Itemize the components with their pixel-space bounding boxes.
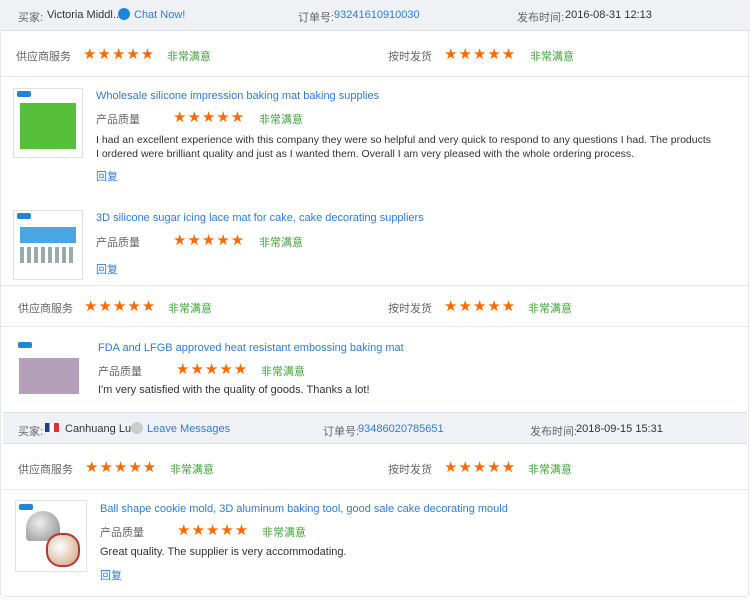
supplier-rating-stars: ★★★★★ bbox=[85, 459, 158, 476]
reply-link[interactable]: 回复 bbox=[96, 168, 118, 184]
quality-label: 产品质量 bbox=[96, 114, 140, 126]
product-thumbnail[interactable] bbox=[15, 500, 87, 572]
purple-mat-image bbox=[19, 358, 79, 394]
ontime-rating-stars: ★★★★★ bbox=[444, 459, 517, 476]
ontime-rating-stars: ★★★★★ bbox=[444, 46, 517, 63]
product-title-link[interactable]: Wholesale silicone impression baking mat… bbox=[96, 90, 379, 102]
product-title-link[interactable]: FDA and LFGB approved heat resistant emb… bbox=[98, 342, 404, 354]
france-flag-icon bbox=[45, 423, 59, 432]
divider bbox=[0, 76, 750, 77]
chat-icon bbox=[118, 8, 130, 20]
time-label: 发布时间: bbox=[530, 426, 578, 438]
ontime-rating-text: 非常满意 bbox=[530, 51, 574, 63]
order-number[interactable]: 93486020785651 bbox=[358, 423, 444, 435]
ontime-rating-stars: ★★★★★ bbox=[444, 298, 517, 315]
supplier-rating-text: 非常满意 bbox=[167, 51, 211, 63]
quality-stars: ★★★★★ bbox=[173, 109, 246, 126]
chat-now-link[interactable]: Chat Now! bbox=[118, 8, 185, 21]
logo-icon bbox=[17, 91, 31, 97]
product-title-link[interactable]: 3D silicone sugar icing lace mat for cak… bbox=[96, 212, 424, 224]
supplier-service-label: 供应商服务 bbox=[18, 303, 73, 315]
ontime-label: 按时发货 bbox=[388, 303, 432, 315]
product-thumbnail[interactable] bbox=[13, 88, 83, 158]
order-number[interactable]: 93241610910030 bbox=[334, 9, 420, 21]
message-icon bbox=[131, 422, 143, 434]
divider bbox=[0, 326, 750, 327]
left-border bbox=[0, 31, 1, 596]
quality-rating-text: 非常满意 bbox=[262, 527, 306, 539]
order-label: 订单号: bbox=[298, 12, 335, 24]
quality-stars: ★★★★★ bbox=[177, 522, 250, 539]
review-text: I had an excellent experience with this … bbox=[96, 134, 712, 160]
right-border bbox=[748, 31, 749, 596]
order-label: 订单号: bbox=[323, 426, 360, 438]
buyer-label: 买家: bbox=[18, 426, 44, 438]
review-text: Great quality. The supplier is very acco… bbox=[100, 546, 347, 558]
cookie-ball-image bbox=[46, 533, 80, 567]
ontime-label: 按时发货 bbox=[388, 464, 432, 476]
product-thumbnail[interactable] bbox=[13, 210, 83, 280]
divider bbox=[3, 489, 748, 490]
green-mat-image bbox=[20, 103, 76, 149]
supplier-service-label: 供应商服务 bbox=[18, 464, 73, 476]
time-label: 发布时间: bbox=[517, 12, 565, 24]
quality-rating-text: 非常满意 bbox=[259, 237, 303, 249]
quality-stars: ★★★★★ bbox=[173, 232, 246, 249]
publish-time: 2018-09-15 15:31 bbox=[576, 423, 663, 435]
lace-mat-grey-image bbox=[20, 247, 76, 263]
chat-now-label: Chat Now! bbox=[134, 9, 186, 21]
buyer-country-flag bbox=[43, 422, 63, 434]
quality-label: 产品质量 bbox=[96, 237, 140, 249]
logo-icon bbox=[19, 504, 33, 510]
ontime-rating-text: 非常满意 bbox=[528, 464, 572, 476]
supplier-service-label: 供应商服务 bbox=[16, 51, 71, 63]
review-text: I'm very satisfied with the quality of g… bbox=[98, 384, 370, 396]
lace-mat-blue-image bbox=[20, 227, 76, 243]
product-thumbnail[interactable] bbox=[15, 338, 83, 398]
ontime-label: 按时发货 bbox=[388, 51, 432, 63]
quality-rating-text: 非常满意 bbox=[259, 114, 303, 126]
quality-label: 产品质量 bbox=[98, 366, 142, 378]
supplier-rating-text: 非常满意 bbox=[168, 303, 212, 315]
supplier-rating-text: 非常满意 bbox=[170, 464, 214, 476]
publish-time: 2016-08-31 12:13 bbox=[565, 9, 652, 21]
product-title-link[interactable]: Ball shape cookie mold, 3D aluminum baki… bbox=[100, 503, 508, 515]
logo-icon bbox=[18, 342, 32, 348]
leave-messages-link[interactable]: Leave Messages bbox=[131, 422, 230, 435]
buyer-name: Victoria Middl... bbox=[47, 9, 122, 21]
divider bbox=[0, 285, 750, 286]
buyer-label: 买家: bbox=[18, 12, 44, 24]
buyer-name: Canhuang Luo bbox=[65, 423, 138, 435]
supplier-rating-stars: ★★★★★ bbox=[83, 46, 156, 63]
leave-messages-label: Leave Messages bbox=[147, 423, 231, 435]
logo-icon bbox=[17, 213, 31, 219]
reply-link[interactable]: 回复 bbox=[96, 261, 118, 277]
ontime-rating-text: 非常满意 bbox=[528, 303, 572, 315]
order-header: 买家: Canhuang Luo Leave Messages 订单号: 934… bbox=[3, 412, 747, 444]
quality-stars: ★★★★★ bbox=[176, 361, 249, 378]
quality-rating-text: 非常满意 bbox=[261, 366, 305, 378]
bottom-border bbox=[3, 596, 748, 597]
reply-link[interactable]: 回复 bbox=[100, 567, 122, 583]
supplier-rating-stars: ★★★★★ bbox=[84, 298, 157, 315]
order-header: 买家: Victoria Middl... Chat Now! 订单号: 932… bbox=[0, 0, 750, 31]
quality-label: 产品质量 bbox=[100, 527, 144, 539]
